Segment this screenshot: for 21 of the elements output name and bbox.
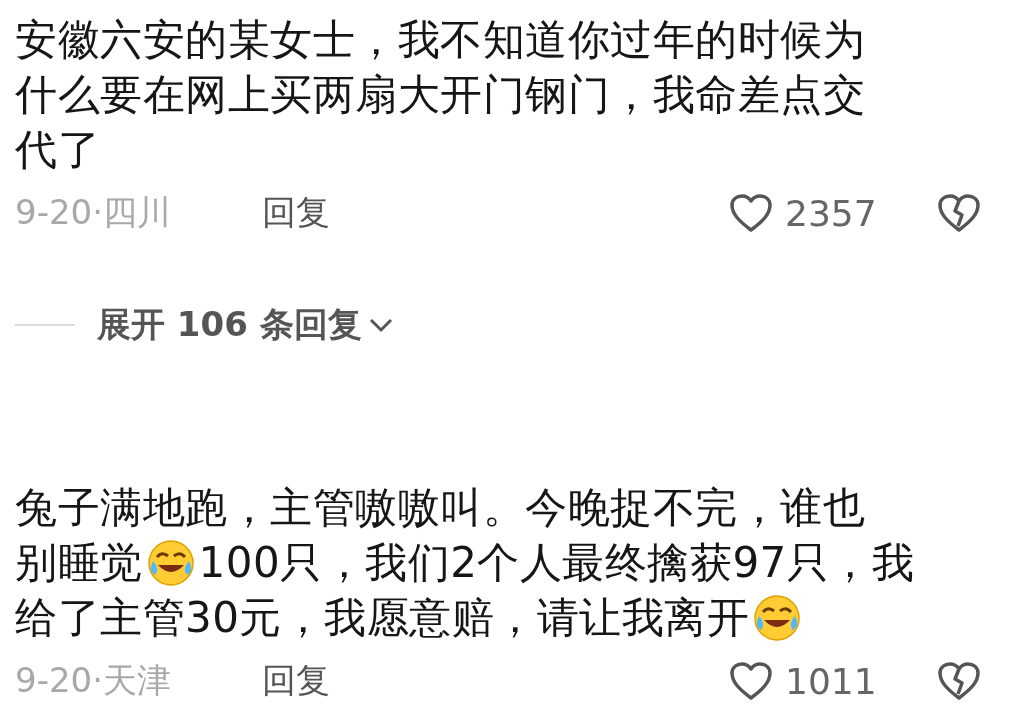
laughing-emoji-icon xyxy=(146,538,195,587)
broken-heart-icon[interactable] xyxy=(937,661,981,701)
like-count: 1011 xyxy=(785,660,878,702)
comment-text: 100只，我们2个人最终擒获97只，我 xyxy=(198,536,915,589)
comment-text: 别睡觉 xyxy=(15,536,143,589)
heart-icon[interactable] xyxy=(729,661,773,701)
broken-heart-icon[interactable] xyxy=(937,193,981,233)
comment-date-location: 9-20·天津 xyxy=(15,659,172,702)
comment-text: 给了主管30元，我愿意赔，请让我离开 xyxy=(15,591,750,644)
comment-text: 安徽六安的某女士，我不知道你过年的时候为 xyxy=(15,13,865,66)
comment-text: 代了 xyxy=(15,123,100,176)
like-count: 2357 xyxy=(785,192,878,234)
comment-date-location: 9-20·四川 xyxy=(15,191,172,234)
laughing-emoji-icon xyxy=(753,593,802,642)
reply-link[interactable]: 回复 xyxy=(262,658,330,704)
reply-link[interactable]: 回复 xyxy=(262,190,330,236)
comment-text: 什么要在网上买两扇大开门钢门，我命差点交 xyxy=(15,68,865,121)
comment-text: 兔子满地跑，主管嗷嗷叫。今晚捉不完，谁也 xyxy=(15,481,865,534)
chevron-down-icon xyxy=(367,316,394,334)
heart-icon[interactable] xyxy=(729,193,773,233)
expand-replies-button[interactable]: 展开 106 条回复 xyxy=(97,302,394,348)
